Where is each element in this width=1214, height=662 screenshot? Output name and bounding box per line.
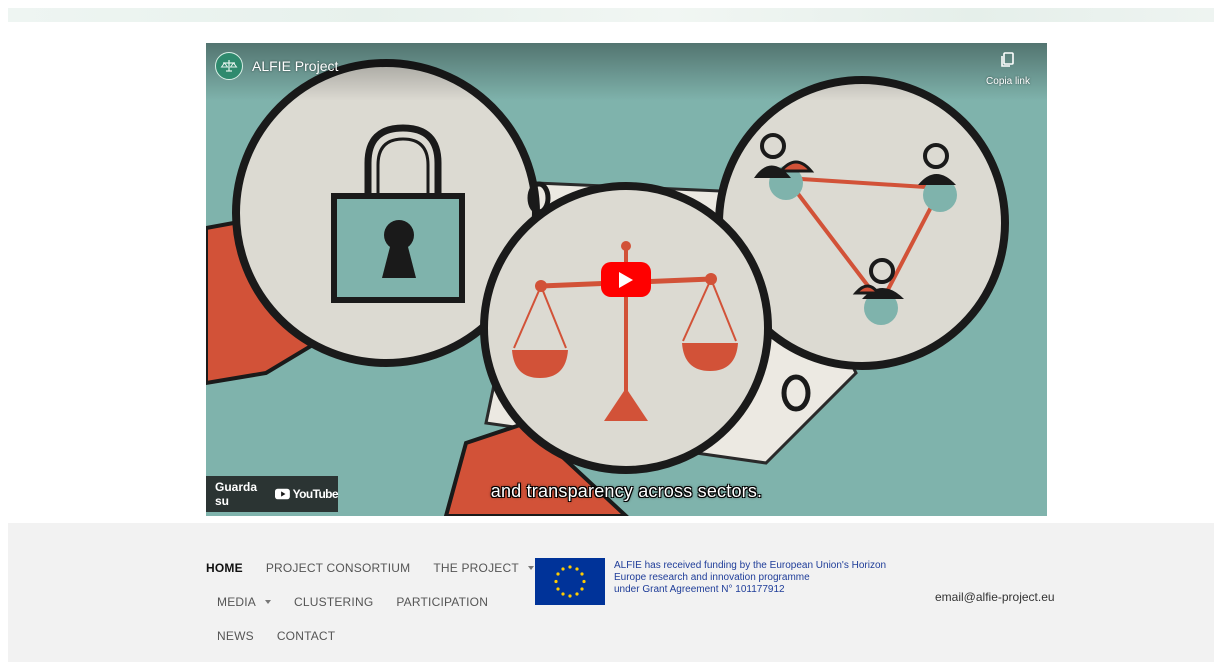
youtube-logo-icon	[274, 488, 290, 500]
nav-item-home[interactable]: HOME	[206, 561, 243, 575]
nav-item-news[interactable]: NEWS	[217, 629, 254, 643]
copy-link-button[interactable]: Copia link	[983, 52, 1033, 89]
play-button[interactable]	[601, 262, 651, 297]
footer-nav: HOME PROJECT CONSORTIUM THE PROJECT MEDI…	[206, 551, 534, 653]
scales-logo-icon	[220, 60, 238, 72]
eu-flag-icon	[535, 558, 605, 605]
youtube-wordmark: YouTube	[292, 487, 339, 501]
nav-item-project-consortium[interactable]: PROJECT CONSORTIUM	[266, 561, 411, 575]
nav-item-clustering[interactable]: CLUSTERING	[294, 595, 373, 609]
copy-link-label: Copia link	[986, 76, 1030, 87]
chevron-down-icon	[265, 600, 272, 604]
footer-nav-row: MEDIA CLUSTERING PARTICIPATION	[206, 585, 506, 619]
footer-nav-row: NEWS CONTACT	[206, 619, 506, 653]
nav-item-label: THE PROJECT	[433, 561, 519, 575]
video-subtitle-text: and transparency across sectors.	[490, 481, 763, 501]
play-icon	[619, 271, 633, 288]
funding-line: under Grant Agreement N° 101177912	[614, 584, 785, 595]
nav-item-label: MEDIA	[217, 595, 257, 609]
nav-item-participation[interactable]: PARTICIPATION	[396, 595, 488, 609]
watch-on-youtube-button[interactable]: Guarda su YouTube	[206, 476, 339, 512]
funding-line: ALFIE has received funding by the Europe…	[614, 560, 887, 571]
nav-item-the-project[interactable]: THE PROJECT	[433, 561, 534, 575]
video-title[interactable]: ALFIE Project	[252, 58, 338, 74]
watch-on-label: Guarda su	[215, 480, 258, 508]
footer-nav-row: HOME PROJECT CONSORTIUM THE PROJECT	[206, 551, 534, 585]
youtube-video-embed[interactable]: ALFIE Project Copia link and transparenc…	[206, 43, 1047, 516]
funding-line: Europe research and innovation programme	[614, 572, 810, 583]
nav-item-contact[interactable]: CONTACT	[277, 629, 336, 643]
site-footer: HOME PROJECT CONSORTIUM THE PROJECT MEDI…	[8, 523, 1214, 662]
copy-icon	[1001, 52, 1014, 67]
contact-email-link[interactable]: email@alfie-project.eu	[935, 590, 1055, 604]
channel-avatar[interactable]	[215, 52, 243, 80]
nav-item-media[interactable]: MEDIA	[217, 595, 272, 609]
chevron-down-icon	[527, 566, 534, 570]
funding-statement: ALFIE has received funding by the Europe…	[614, 560, 914, 596]
top-banner-strip	[8, 8, 1214, 22]
